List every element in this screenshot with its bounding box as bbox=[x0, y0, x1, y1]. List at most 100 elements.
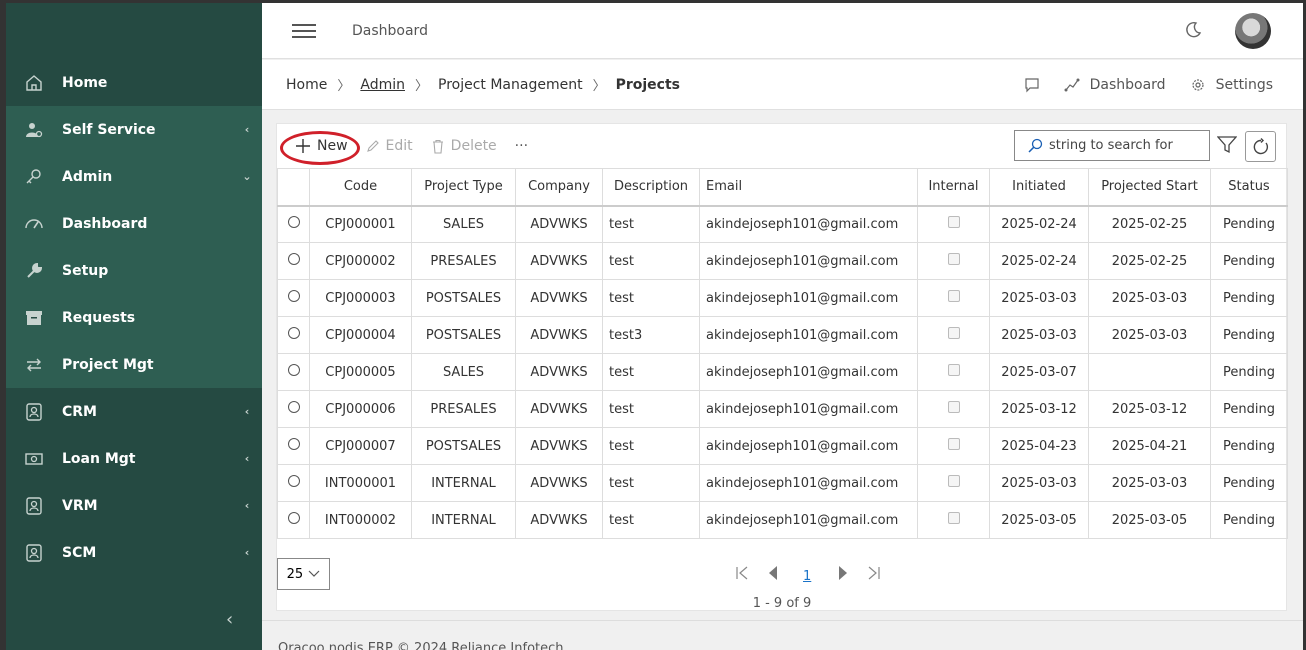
cell-code: CPJ000007 bbox=[309, 427, 412, 465]
breadcrumb-section[interactable]: Project Management bbox=[438, 77, 583, 93]
plus-icon bbox=[296, 139, 310, 153]
cell-initiated: 2025-02-24 bbox=[989, 205, 1089, 243]
chevron-icon: ‹ bbox=[244, 123, 250, 136]
internal-cell bbox=[917, 353, 990, 391]
column-header-description[interactable]: Description bbox=[602, 168, 700, 207]
sidebar-item-vrm[interactable]: VRM ‹ bbox=[6, 482, 262, 529]
breadcrumb-admin[interactable]: Admin bbox=[360, 77, 405, 93]
page-number-current[interactable]: 1 bbox=[803, 569, 811, 584]
collapse-sidebar-button[interactable]: ‹ bbox=[226, 609, 233, 630]
table-row[interactable]: CPJ000002 PRESALES ADVWKS test akindejoseph1… bbox=[277, 242, 1288, 280]
avatar[interactable] bbox=[1235, 13, 1271, 49]
column-header-internal[interactable]: Internal bbox=[917, 168, 990, 207]
search-icon bbox=[1028, 138, 1043, 153]
search-input[interactable] bbox=[1049, 138, 1189, 153]
internal-checkbox bbox=[947, 475, 960, 487]
id-badge-icon bbox=[6, 496, 62, 516]
comment-icon[interactable] bbox=[1024, 77, 1040, 93]
cell-code: CPJ000002 bbox=[309, 242, 412, 280]
filter-icon[interactable] bbox=[1217, 136, 1237, 154]
gauge-icon bbox=[6, 214, 62, 234]
cell-code: CPJ000003 bbox=[309, 279, 412, 317]
sidebar-item-project-mgt[interactable]: Project Mgt bbox=[6, 341, 262, 388]
pencil-icon bbox=[366, 140, 379, 152]
sidebar-item-admin[interactable]: Admin ⌄ bbox=[6, 153, 262, 200]
column-header-initiated[interactable]: Initiated bbox=[989, 168, 1089, 207]
breadcrumb-home[interactable]: Home bbox=[286, 77, 327, 93]
edit-button[interactable]: Edit bbox=[366, 138, 413, 154]
sidebar-item-dashboard[interactable]: Dashboard bbox=[6, 200, 262, 247]
money-icon bbox=[6, 449, 62, 469]
row-select-radio[interactable] bbox=[287, 253, 300, 265]
row-select-radio[interactable] bbox=[287, 401, 300, 413]
cell-code: CPJ000006 bbox=[309, 390, 412, 428]
sidebar-item-crm[interactable]: CRM ‹ bbox=[6, 388, 262, 435]
cell-company: ADVWKS bbox=[515, 390, 603, 428]
column-header-email[interactable]: Email bbox=[699, 168, 918, 207]
settings-link[interactable]: Settings bbox=[1190, 77, 1273, 93]
page-size-select[interactable]: 25 bbox=[277, 558, 330, 590]
chevron-icon: ‹ bbox=[244, 405, 250, 418]
row-select-cell bbox=[277, 205, 310, 243]
cell-status: Pending bbox=[1210, 501, 1288, 539]
dashboard-link[interactable]: Dashboard bbox=[1064, 77, 1166, 93]
internal-cell bbox=[917, 242, 990, 280]
sidebar-item-home[interactable]: Home bbox=[6, 59, 262, 106]
column-header-code[interactable]: Code bbox=[309, 168, 412, 207]
sidebar-item-requests[interactable]: Requests bbox=[6, 294, 262, 341]
internal-checkbox bbox=[947, 216, 960, 229]
cell-email: akindejoseph101@gmail.com bbox=[699, 316, 918, 354]
sidebar-item-self-service[interactable]: Self Service ‹ bbox=[6, 106, 262, 153]
table-header-row: Code Project Type Company Description Email I… bbox=[277, 168, 1288, 207]
table-row[interactable]: CPJ000004 POSTSALES ADVWKS test3 akindejosep… bbox=[277, 316, 1288, 354]
search-field[interactable] bbox=[1014, 130, 1210, 161]
column-header-projected-start[interactable]: Projected Start bbox=[1088, 168, 1211, 207]
cell-company: ADVWKS bbox=[515, 205, 603, 243]
cell-initiated: 2025-04-23 bbox=[989, 427, 1089, 465]
cell-email: akindejoseph101@gmail.com bbox=[699, 205, 918, 243]
table-row[interactable]: CPJ000001 SALES ADVWKS test akindejoseph101@… bbox=[277, 205, 1288, 243]
sidebar-item-label: Admin bbox=[62, 168, 113, 185]
table-row[interactable]: CPJ000005 SALES ADVWKS test akindejoseph101@… bbox=[277, 353, 1288, 391]
table-row[interactable]: CPJ000006 PRESALES ADVWKS test akindejoseph1… bbox=[277, 390, 1288, 428]
row-select-radio[interactable] bbox=[287, 290, 300, 302]
column-header-company[interactable]: Company bbox=[515, 168, 603, 207]
breadcrumb: Home 〉 Admin 〉 Project Management 〉 Proj… bbox=[286, 75, 680, 95]
column-header-status[interactable]: Status bbox=[1210, 168, 1288, 207]
row-select-radio[interactable] bbox=[287, 327, 300, 339]
sidebar-item-scm[interactable]: SCM ‹ bbox=[6, 529, 262, 576]
table-row[interactable]: CPJ000003 POSTSALES ADVWKS test akindejoseph… bbox=[277, 279, 1288, 317]
table-row[interactable]: INT000002 INTERNAL ADVWKS test akindejoseph1… bbox=[277, 501, 1288, 539]
cell-status: Pending bbox=[1210, 390, 1288, 428]
row-select-radio[interactable] bbox=[287, 438, 300, 450]
row-select-radio[interactable] bbox=[287, 475, 300, 487]
id-badge-icon bbox=[6, 402, 62, 422]
table-row[interactable]: INT000001 INTERNAL ADVWKS test akindejoseph1… bbox=[277, 464, 1288, 502]
next-page-icon[interactable] bbox=[835, 565, 851, 581]
previous-page-icon[interactable] bbox=[765, 565, 781, 581]
first-page-icon[interactable] bbox=[734, 565, 750, 581]
sidebar-item-loan-mgt[interactable]: Loan Mgt ‹ bbox=[6, 435, 262, 482]
cell-company: ADVWKS bbox=[515, 279, 603, 317]
internal-cell bbox=[917, 390, 990, 428]
dark-mode-icon[interactable] bbox=[1183, 20, 1203, 40]
cell-initiated: 2025-02-24 bbox=[989, 242, 1089, 280]
more-actions-button[interactable]: ··· bbox=[515, 138, 528, 154]
internal-checkbox bbox=[947, 253, 960, 265]
settings-link-label: Settings bbox=[1215, 76, 1273, 93]
sidebar-item-setup[interactable]: Setup bbox=[6, 247, 262, 294]
last-page-icon[interactable] bbox=[866, 565, 882, 581]
table-row[interactable]: CPJ000007 POSTSALES ADVWKS test akindejoseph… bbox=[277, 427, 1288, 465]
pager: 25 1 1 - 9 of 9 bbox=[277, 556, 1287, 612]
refresh-button[interactable] bbox=[1245, 131, 1276, 162]
row-select-radio[interactable] bbox=[287, 216, 300, 229]
column-header-project-type[interactable]: Project Type bbox=[411, 168, 516, 207]
new-button[interactable]: New bbox=[295, 138, 348, 154]
row-select-cell bbox=[277, 464, 310, 502]
row-select-radio[interactable] bbox=[287, 364, 300, 376]
gear-icon bbox=[1191, 78, 1204, 91]
menu-toggle-icon[interactable] bbox=[292, 20, 316, 42]
delete-button[interactable]: Delete bbox=[431, 138, 497, 154]
row-select-radio[interactable] bbox=[287, 512, 300, 524]
sidebar-item-label: Self Service bbox=[62, 121, 156, 138]
